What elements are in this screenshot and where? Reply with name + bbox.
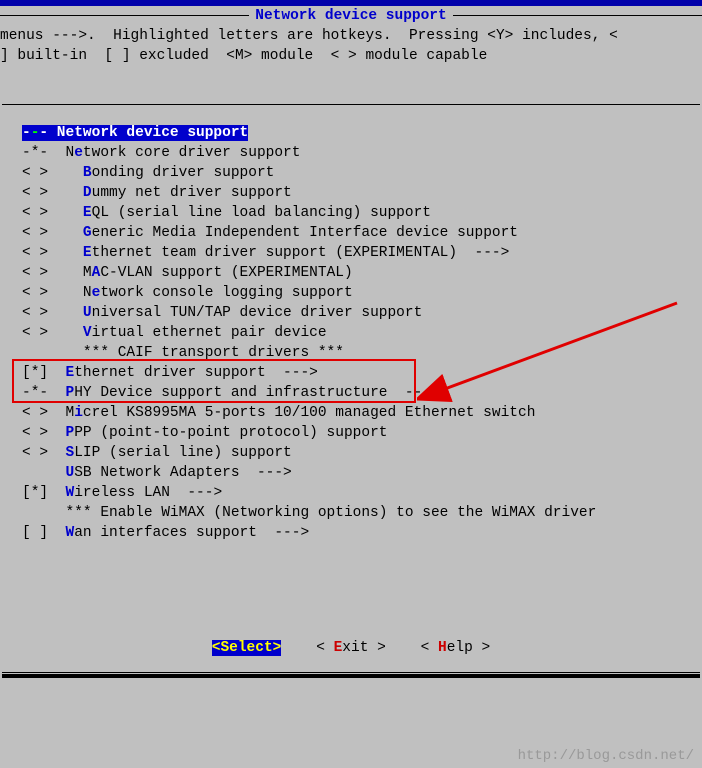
menu-item[interactable]: -*- PHY Device support and infrastructur… [22,383,686,403]
menu-item[interactable]: < > Micrel KS8995MA 5-ports 10/100 manag… [22,403,686,423]
menu-panel: --- Network device support -*- Network c… [2,104,700,614]
menu-item[interactable]: < > PPP (point-to-point protocol) suppor… [22,423,686,443]
menu-item[interactable]: < > Bonding driver support [22,163,686,183]
help-text: menus --->. Highlighted letters are hotk… [0,26,702,74]
select-button[interactable]: <Select> [212,640,282,656]
dialog-bottom-border [2,672,700,678]
menu-item[interactable]: < > EQL (serial line load balancing) sup… [22,203,686,223]
watermark: http://blog.csdn.net/ [518,747,694,766]
dialog-title: Network device support [249,6,452,26]
menu-item[interactable]: *** CAIF transport drivers *** [22,343,686,363]
menu-item[interactable]: < > Generic Media Independent Interface … [22,223,686,243]
menu-section-header[interactable]: --- Network device support [22,123,686,143]
menu-item[interactable]: < > MAC-VLAN support (EXPERIMENTAL) [22,263,686,283]
menu-item[interactable]: < > Dummy net driver support [22,183,686,203]
menu-item[interactable]: [*] Ethernet driver support ---> [22,363,686,383]
menu-item[interactable]: < > SLIP (serial line) support [22,443,686,463]
menu-item[interactable]: < > Network console logging support [22,283,686,303]
dialog-header: Network device support [0,6,702,26]
button-bar: <Select> < Exit > < Help > [0,614,702,672]
menu-item[interactable]: [*] Wireless LAN ---> [22,483,686,503]
menu-item[interactable]: -*- Network core driver support [22,143,686,163]
menu-item[interactable]: USB Network Adapters ---> [22,463,686,483]
exit-button[interactable]: < Exit > [316,640,386,656]
menu-item[interactable]: < > Ethernet team driver support (EXPERI… [22,243,686,263]
menu-item[interactable]: < > Universal TUN/TAP device driver supp… [22,303,686,323]
menu-item[interactable]: < > Virtual ethernet pair device [22,323,686,343]
menu-item[interactable]: [ ] Wan interfaces support ---> [22,523,686,543]
menu-item[interactable]: *** Enable WiMAX (Networking options) to… [22,503,686,523]
help-button[interactable]: < Help > [421,640,491,656]
